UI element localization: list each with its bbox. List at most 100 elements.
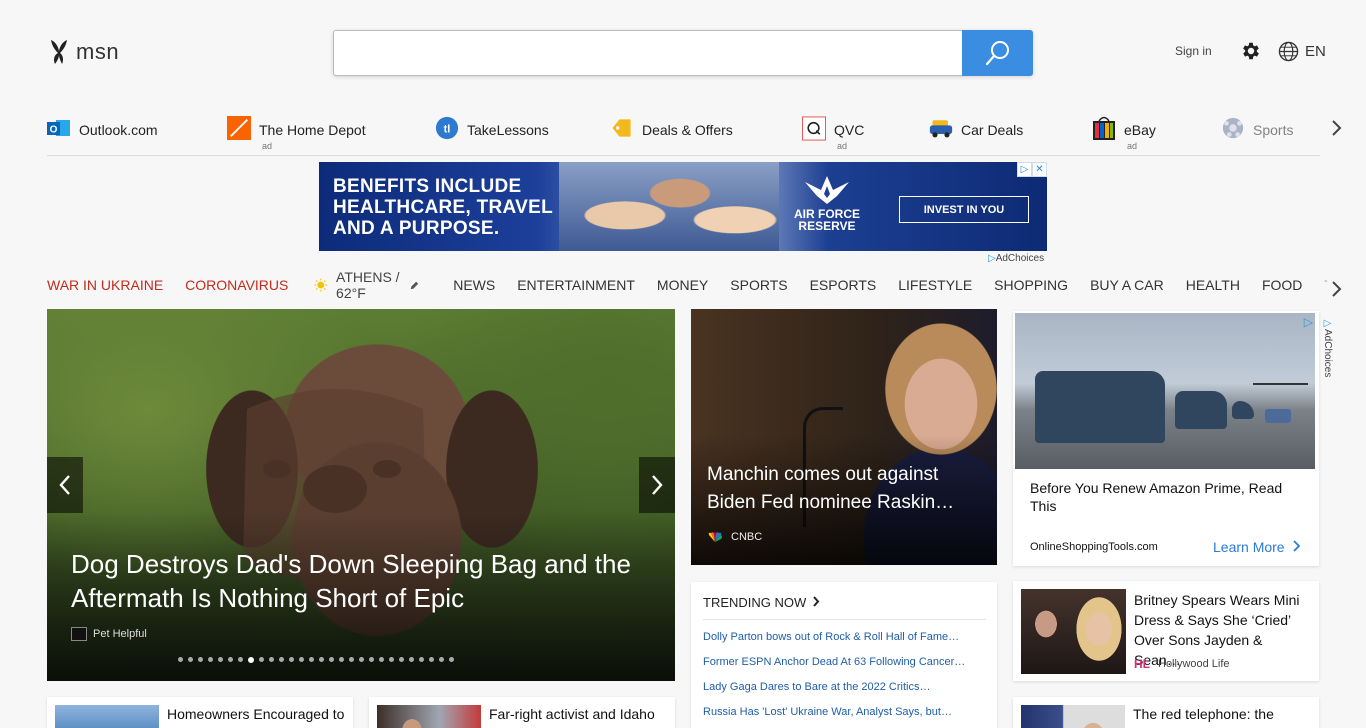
carousel-dot[interactable]: [188, 657, 193, 662]
traffic-pole: [1253, 383, 1308, 385]
story-title[interactable]: The red telephone: the: [1133, 706, 1274, 722]
carousel-dot[interactable]: [228, 657, 233, 662]
nav-item-health[interactable]: HEALTH: [1186, 277, 1240, 293]
quick-link-sports[interactable]: Sports: [1221, 116, 1293, 144]
settings-button[interactable]: [1240, 40, 1262, 66]
learn-more-label: Learn More: [1213, 539, 1285, 555]
quick-link-home-depot[interactable]: The Home Depot ad: [227, 116, 366, 151]
carousel-dot[interactable]: [409, 657, 414, 662]
weather-widget[interactable]: ATHENS / 62°F: [314, 269, 419, 301]
learn-more-link[interactable]: Learn More: [1213, 539, 1301, 555]
native-ad-card[interactable]: ▷ Before You Renew Amazon Prime, Read Th…: [1013, 311, 1319, 566]
trending-heading[interactable]: TRENDING NOW: [703, 595, 986, 620]
carousel-dot[interactable]: [299, 657, 304, 662]
carousel-dot[interactable]: [329, 657, 334, 662]
story-source: CNBC: [707, 531, 762, 543]
nav-item-shopping[interactable]: SHOPPING: [994, 277, 1068, 293]
pencil-icon[interactable]: [410, 279, 419, 292]
nav-next-button[interactable]: [1330, 279, 1342, 303]
trending-item[interactable]: Russia Has 'Lost' Ukraine War, Analyst S…: [703, 705, 983, 728]
carousel-dot[interactable]: [279, 657, 284, 662]
nav-item-news[interactable]: NEWS: [453, 277, 495, 293]
search-input[interactable]: [334, 31, 960, 75]
search-button[interactable]: [962, 30, 1033, 76]
nav-item-money[interactable]: MONEY: [657, 277, 708, 293]
carousel-dot[interactable]: [259, 657, 264, 662]
carousel-dot[interactable]: [359, 657, 364, 662]
story-card-britney[interactable]: Britney Spears Wears Mini Dress & Says S…: [1013, 581, 1319, 681]
carousel-dot[interactable]: [349, 657, 354, 662]
carousel-dot[interactable]: [309, 657, 314, 662]
carousel-dot[interactable]: [319, 657, 324, 662]
nav-item-sports[interactable]: SPORTS: [730, 277, 787, 293]
sun-icon: [314, 278, 328, 292]
hero-carousel[interactable]: Dog Destroys Dad's Down Sleeping Bag and…: [47, 309, 675, 681]
trending-item[interactable]: Dolly Parton bows out of Rock & Roll Hal…: [703, 630, 983, 655]
carousel-dot[interactable]: [369, 657, 374, 662]
sign-in-link[interactable]: Sign in: [1175, 44, 1212, 58]
carousel-dots: [178, 657, 454, 663]
quick-link-label: The Home Depot: [259, 122, 366, 138]
carousel-dot[interactable]: [379, 657, 384, 662]
adchoices-triangle-icon[interactable]: ▷: [1304, 315, 1313, 329]
carousel-next-button[interactable]: [639, 457, 675, 513]
story-title[interactable]: Far-right activist and Idaho: [489, 706, 655, 722]
search-box: [333, 30, 1033, 76]
quick-link-label: TakeLessons: [467, 122, 549, 138]
carousel-dot[interactable]: [429, 657, 434, 662]
quick-link-deals[interactable]: Deals & Offers: [610, 116, 733, 144]
van-shape: [1175, 391, 1227, 429]
nav-item-entertainment[interactable]: ENTERTAINMENT: [517, 277, 635, 293]
close-icon[interactable]: ✕: [1032, 162, 1047, 177]
trending-item[interactable]: Former ESPN Anchor Dead At 63 Following …: [703, 655, 983, 680]
carousel-dot[interactable]: [439, 657, 444, 662]
quick-links-next-button[interactable]: [1330, 118, 1342, 142]
quick-link-car-deals[interactable]: Car Deals: [929, 116, 1023, 144]
nav-item-esports[interactable]: ESPORTS: [810, 277, 877, 293]
adchoices-vertical-link[interactable]: ▷AdChoices: [1322, 318, 1333, 377]
ad-title[interactable]: Before You Renew Amazon Prime, Read This: [1030, 479, 1300, 515]
carousel-dot[interactable]: [269, 657, 274, 662]
banner-ad[interactable]: BENEFITS INCLUDE HEALTHCARE, TRAVEL AND …: [319, 162, 1047, 251]
nav-item-buy-a-car[interactable]: BUY A CAR: [1090, 277, 1164, 293]
carousel-dot[interactable]: [289, 657, 294, 662]
story-title[interactable]: Manchin comes out against Biden Fed nomi…: [707, 461, 987, 517]
story-title[interactable]: Homeowners Encouraged to: [167, 706, 344, 722]
carousel-dot[interactable]: [218, 657, 223, 662]
carousel-dot[interactable]: [208, 657, 213, 662]
nav-item-food[interactable]: FOOD: [1262, 277, 1302, 293]
ad-controls: ▷ ✕: [1017, 162, 1047, 177]
quick-link-outlook[interactable]: O Outlook.com: [47, 116, 158, 144]
ebay-bag-icon: [1092, 116, 1116, 140]
carousel-dot[interactable]: [238, 657, 243, 662]
carousel-dot[interactable]: [449, 657, 454, 662]
msn-logo[interactable]: msn: [48, 38, 119, 66]
carousel-dot[interactable]: [178, 657, 183, 662]
language-selector[interactable]: EN: [1278, 41, 1326, 62]
carousel-prev-button[interactable]: [47, 457, 83, 513]
carousel-dot[interactable]: [198, 657, 203, 662]
nav-item-coronavirus[interactable]: CORONAVIRUS: [185, 277, 288, 293]
invest-button[interactable]: INVEST IN YOU: [899, 196, 1029, 223]
carousel-dot[interactable]: [419, 657, 424, 662]
carousel-dot[interactable]: [339, 657, 344, 662]
car-icon: [929, 116, 953, 140]
story-card-far-right[interactable]: Far-right activist and Idaho: [369, 697, 675, 728]
carousel-dot[interactable]: [389, 657, 394, 662]
nav-item-lifestyle[interactable]: LIFESTYLE: [898, 277, 972, 293]
hollywood-life-logo: HL: [1134, 657, 1150, 671]
story-card-red-telephone[interactable]: The red telephone: the: [1013, 697, 1319, 728]
quick-link-ebay[interactable]: eBay ad: [1092, 116, 1156, 151]
quick-link-qvc[interactable]: QVC ad: [802, 116, 864, 151]
nav-item-war-in-ukraine[interactable]: WAR IN UKRAINE: [47, 277, 163, 293]
quick-link-takelessons[interactable]: tl TakeLessons: [435, 116, 549, 144]
nav-item-travel[interactable]: TRAVEL: [1324, 277, 1327, 293]
adchoices-link[interactable]: ▷AdChoices: [988, 253, 1044, 264]
story-card-homeowners[interactable]: Homeowners Encouraged to: [47, 697, 353, 728]
story-card-manchin[interactable]: Manchin comes out against Biden Fed nomi…: [691, 309, 997, 565]
trending-item[interactable]: Lady Gaga Dares to Bare at the 2022 Crit…: [703, 680, 983, 705]
carousel-dot[interactable]: [248, 657, 254, 663]
carousel-dot[interactable]: [399, 657, 404, 662]
hero-title[interactable]: Dog Destroys Dad's Down Sleeping Bag and…: [71, 547, 651, 615]
adchoices-triangle-icon[interactable]: ▷: [1017, 162, 1032, 177]
